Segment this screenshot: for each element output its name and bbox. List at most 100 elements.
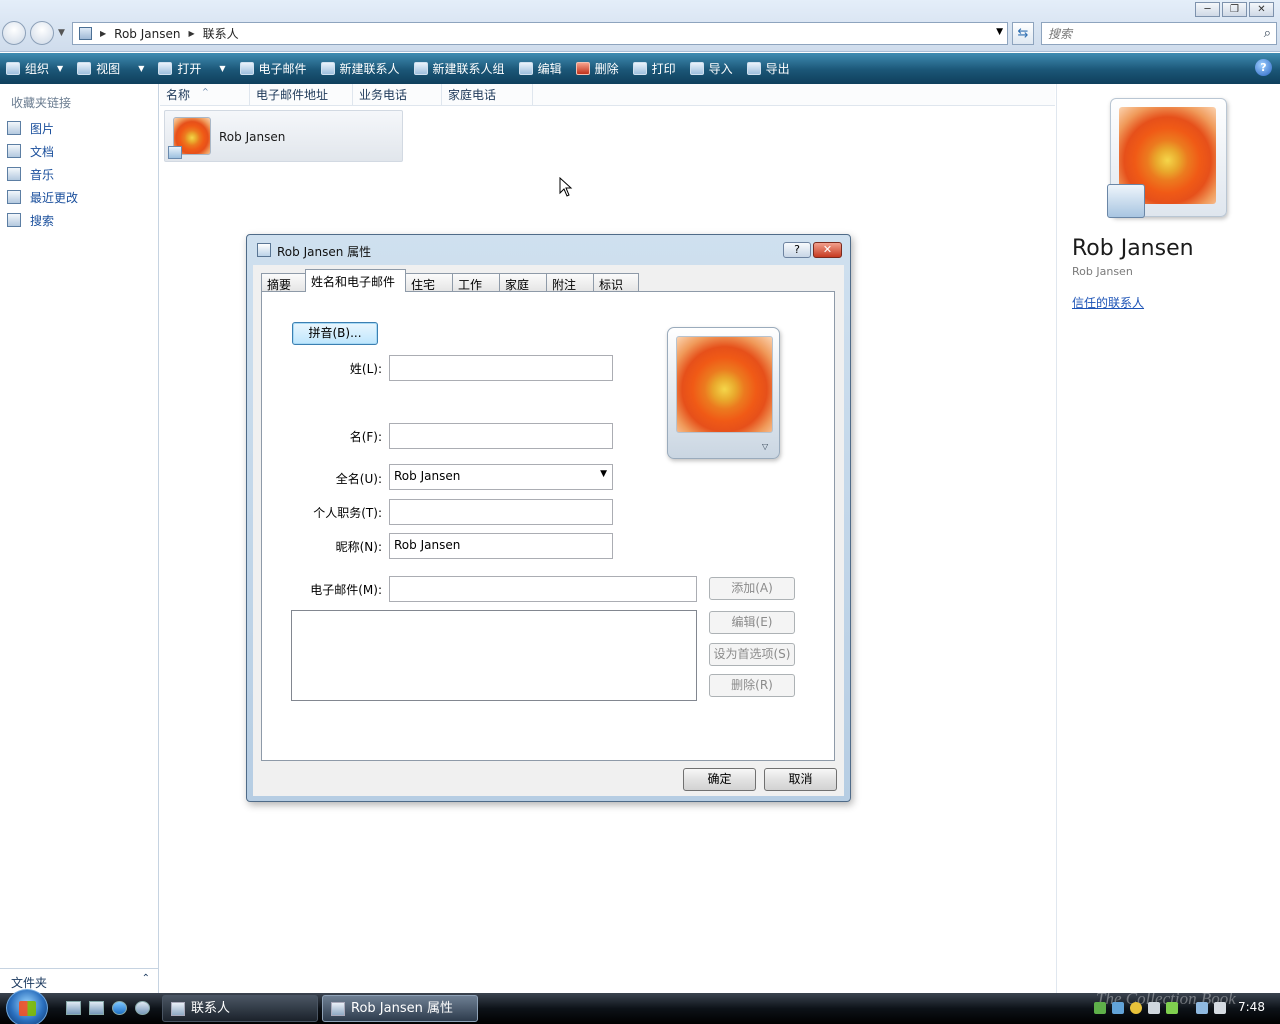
details-name: Rob Jansen	[1072, 236, 1194, 261]
tray-sync-icon[interactable]	[1112, 1002, 1124, 1014]
email-field[interactable]	[389, 576, 697, 602]
nickname-label: 昵称(N):	[335, 540, 382, 554]
internet-explorer-icon[interactable]	[112, 1001, 127, 1015]
navigation-pane: 收藏夹链接 图片 文档 音乐 最近更改 搜索 文件夹 ⌃	[0, 84, 159, 993]
tab-family[interactable]: 家庭	[499, 273, 547, 292]
search-icon[interactable]: ⌕	[1264, 26, 1271, 41]
fav-link-pictures[interactable]: 图片	[7, 119, 54, 137]
minimize-button[interactable]: ─	[1195, 2, 1220, 17]
edit-button[interactable]: 编辑	[518, 60, 562, 77]
column-header-business-phone[interactable]: 业务电话	[353, 84, 442, 106]
contact-photo-picker[interactable]: ▽	[667, 327, 780, 459]
column-header-email[interactable]: 电子邮件地址	[250, 84, 353, 106]
breadcrumb-arrow-icon[interactable]: ▶	[188, 29, 194, 38]
tray-security-icon[interactable]	[1130, 1002, 1142, 1014]
last-name-label: 姓(L):	[349, 362, 382, 376]
full-name-label: 全名(U):	[335, 472, 382, 486]
maximize-button[interactable]: ❐	[1222, 2, 1247, 17]
media-player-icon[interactable]	[135, 1001, 150, 1015]
full-name-value: Rob Jansen	[394, 469, 461, 483]
import-button[interactable]: 导入	[689, 60, 733, 77]
trusted-contact-link[interactable]: 信任的联系人	[1072, 294, 1144, 311]
search-input[interactable]	[1042, 23, 1242, 44]
ok-button[interactable]: 确定	[683, 768, 756, 791]
switch-windows-icon[interactable]	[89, 1001, 104, 1015]
add-email-button[interactable]: 添加(A)	[709, 577, 795, 600]
pictures-icon	[7, 121, 21, 135]
edit-email-button[interactable]: 编辑(E)	[709, 611, 795, 634]
tab-strip: 摘要 姓名和电子邮件 住宅 工作 家庭 附注 标识	[261, 269, 639, 292]
address-dropdown-icon[interactable]: ▼	[996, 27, 1003, 37]
chevron-down-icon[interactable]: ▼	[600, 469, 607, 479]
organize-button[interactable]: 组织 ▼	[6, 60, 63, 77]
tab-work[interactable]: 工作	[452, 273, 500, 292]
fav-link-search[interactable]: 搜索	[7, 211, 54, 229]
delete-button[interactable]: 删除	[575, 60, 619, 77]
tray-display-icon[interactable]	[1148, 1002, 1160, 1014]
tray-volume-icon[interactable]	[1214, 1002, 1226, 1014]
breadcrumb-arrow-icon[interactable]: ▶	[100, 29, 106, 38]
clock[interactable]: 7:48	[1238, 1000, 1265, 1014]
email-list[interactable]	[291, 610, 697, 701]
edit-icon	[518, 62, 533, 75]
dialog-help-button[interactable]: ?	[783, 242, 811, 258]
back-button[interactable]	[2, 21, 26, 45]
nickname-field[interactable]: Rob Jansen	[389, 533, 613, 559]
tab-summary[interactable]: 摘要	[261, 273, 306, 292]
tray-network-icon[interactable]	[1094, 1002, 1106, 1014]
documents-icon	[7, 144, 21, 158]
export-button[interactable]: 导出	[746, 60, 790, 77]
show-desktop-icon[interactable]	[66, 1001, 81, 1015]
cancel-button[interactable]: 取消	[764, 768, 837, 791]
close-button[interactable]: ✕	[1249, 2, 1274, 17]
address-bar-area: ─ ❐ ✕ ▼ ▶ Rob Jansen ▶ 联系人 ▼ ⇆ ⌕	[0, 0, 1280, 52]
fav-link-recent[interactable]: 最近更改	[7, 188, 78, 206]
start-button[interactable]	[6, 989, 48, 1024]
breadcrumb-user[interactable]: Rob Jansen	[114, 27, 180, 41]
forward-button[interactable]	[30, 21, 54, 45]
first-name-field[interactable]	[389, 423, 613, 449]
full-name-combo[interactable]: Rob Jansen ▼	[389, 464, 613, 490]
email-icon	[239, 62, 254, 75]
column-header-home-phone[interactable]: 家庭电话	[442, 84, 533, 106]
contact-item[interactable]: Rob Jansen	[164, 110, 403, 162]
new-contact-group-button[interactable]: 新建联系人组	[413, 60, 505, 77]
refresh-button[interactable]: ⇆	[1012, 22, 1034, 45]
set-preferred-button[interactable]: 设为首选项(S)	[709, 643, 795, 666]
history-dropdown-icon[interactable]: ▼	[58, 28, 65, 38]
dialog-close-button[interactable]: ✕	[813, 242, 842, 258]
favorite-links-title: 收藏夹链接	[11, 96, 72, 110]
breadcrumb-contacts[interactable]: 联系人	[203, 25, 239, 42]
organize-icon	[6, 62, 20, 75]
new-group-icon	[413, 62, 428, 75]
views-button[interactable]: 视图 ▼	[77, 60, 144, 77]
tab-notes[interactable]: 附注	[546, 273, 594, 292]
last-name-field[interactable]	[389, 355, 613, 381]
pinyin-button[interactable]: 拼音(B)...	[292, 322, 378, 345]
search-box: ⌕	[1041, 22, 1277, 45]
remove-email-button[interactable]: 删除(R)	[709, 674, 795, 697]
tab-name-email[interactable]: 姓名和电子邮件	[305, 269, 406, 292]
address-field[interactable]: ▶ Rob Jansen ▶ 联系人 ▼	[72, 22, 1008, 45]
fav-link-documents[interactable]: 文档	[7, 142, 54, 160]
tab-ids[interactable]: 标识	[593, 273, 639, 292]
open-button[interactable]: 打开 ▼	[158, 60, 226, 77]
new-contact-button[interactable]: 新建联系人	[320, 60, 400, 77]
fav-link-music[interactable]: 音乐	[7, 165, 54, 183]
tray-check-icon[interactable]	[1166, 1002, 1178, 1014]
dialog-title: Rob Jansen 属性	[277, 245, 372, 259]
print-button[interactable]: 打印	[632, 60, 676, 77]
column-header-name[interactable]: 名称 ^	[160, 84, 250, 106]
help-icon[interactable]: ?	[1255, 59, 1272, 76]
taskbar: 联系人 Rob Jansen 属性 The Collection Book 7:…	[0, 989, 1280, 1024]
job-title-field[interactable]	[389, 499, 613, 525]
column-headers: 名称 ^ 电子邮件地址 业务电话 家庭电话	[160, 84, 1055, 106]
taskbar-properties[interactable]: Rob Jansen 属性	[322, 995, 478, 1022]
email-button[interactable]: 电子邮件	[239, 60, 307, 77]
taskbar-contacts[interactable]: 联系人	[162, 995, 318, 1022]
tray-monitor-icon[interactable]	[1196, 1002, 1208, 1014]
chevron-down-icon[interactable]: ▽	[762, 442, 768, 451]
open-icon	[158, 62, 173, 75]
contacts-folder-icon	[79, 27, 92, 40]
tab-home[interactable]: 住宅	[405, 273, 453, 292]
